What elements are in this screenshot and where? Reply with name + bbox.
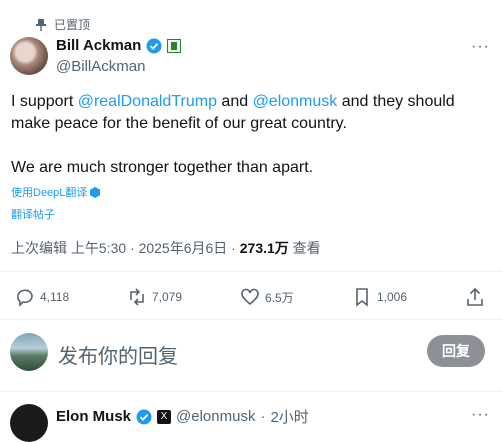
reply-time[interactable]: 2小时	[270, 406, 308, 427]
pin-icon	[36, 18, 46, 31]
divider	[0, 391, 503, 392]
separator-dot: ·	[260, 408, 266, 425]
pinned-label: 已置顶	[54, 18, 91, 32]
tweet-meta: 上次编辑 上午5:30 · 2025年6月6日 · 273.1万 查看	[11, 238, 321, 258]
x-affiliation-icon[interactable]: X	[157, 409, 172, 424]
tweet-text: I support @realDonaldTrump and @elonmusk…	[11, 91, 491, 179]
divider	[0, 271, 503, 272]
mention-link[interactable]: @elonmusk	[253, 93, 338, 110]
reply-author-handle[interactable]: @elonmusk	[176, 408, 255, 425]
more-options-icon[interactable]: ···	[471, 38, 490, 56]
verified-badge-icon	[136, 409, 152, 424]
translate-post-link[interactable]: 翻译帖子	[11, 206, 55, 222]
pinned-indicator: 已置顶	[36, 16, 90, 33]
affiliation-badge-icon[interactable]	[167, 38, 182, 53]
bookmark-icon	[356, 288, 368, 307]
reply-button[interactable]: 4,118	[15, 287, 69, 307]
divider	[0, 319, 503, 320]
deepl-icon	[90, 186, 101, 198]
views-count: 273.1万	[239, 240, 289, 256]
current-user-avatar	[10, 333, 48, 371]
repost-button[interactable]: 7,079	[127, 287, 182, 307]
tweet-text-line: We are much stronger together than apart…	[11, 159, 314, 176]
edited-timestamp[interactable]: 上次编辑 上午5:30 · 2025年6月6日 ·	[11, 240, 240, 256]
translate-with-link[interactable]: 使用DeepL翻译	[11, 184, 101, 200]
author-handle[interactable]: @BillAckman	[56, 58, 145, 75]
reply-author-name[interactable]: Elon Musk	[56, 408, 131, 425]
tweet-text-segment: I support	[11, 93, 78, 110]
reply-submit-button[interactable]: 回复	[427, 335, 485, 367]
share-icon	[467, 287, 483, 306]
share-button[interactable]	[465, 287, 485, 307]
like-count: 6.5万	[265, 290, 294, 305]
author-name[interactable]: Bill Ackman	[56, 37, 141, 54]
repost-count: 7,079	[152, 290, 183, 304]
reply-input[interactable]: 发布你的回复	[58, 340, 178, 369]
bookmark-count: 1,006	[377, 290, 408, 304]
verified-badge-icon	[146, 38, 162, 53]
author-name-row: Bill Ackman	[56, 37, 182, 54]
repost-icon	[130, 288, 144, 306]
heart-icon	[241, 288, 259, 306]
translate-with-label[interactable]: 使用DeepL翻译	[11, 184, 87, 200]
tweet-text-segment: and	[216, 93, 253, 110]
reply-author-avatar[interactable]	[10, 404, 48, 442]
mention-link[interactable]: @realDonaldTrump	[78, 93, 217, 110]
reply-icon	[17, 289, 33, 307]
reply-more-options-icon[interactable]: ···	[471, 406, 490, 424]
reply-count: 4,118	[40, 290, 70, 304]
like-button[interactable]: 6.5万	[240, 287, 294, 307]
reply-author-row: Elon Musk X @elonmusk · 2小时	[56, 406, 309, 427]
bookmark-button[interactable]: 1,006	[352, 287, 407, 307]
views-label: 查看	[288, 240, 321, 256]
author-avatar[interactable]	[10, 37, 48, 75]
